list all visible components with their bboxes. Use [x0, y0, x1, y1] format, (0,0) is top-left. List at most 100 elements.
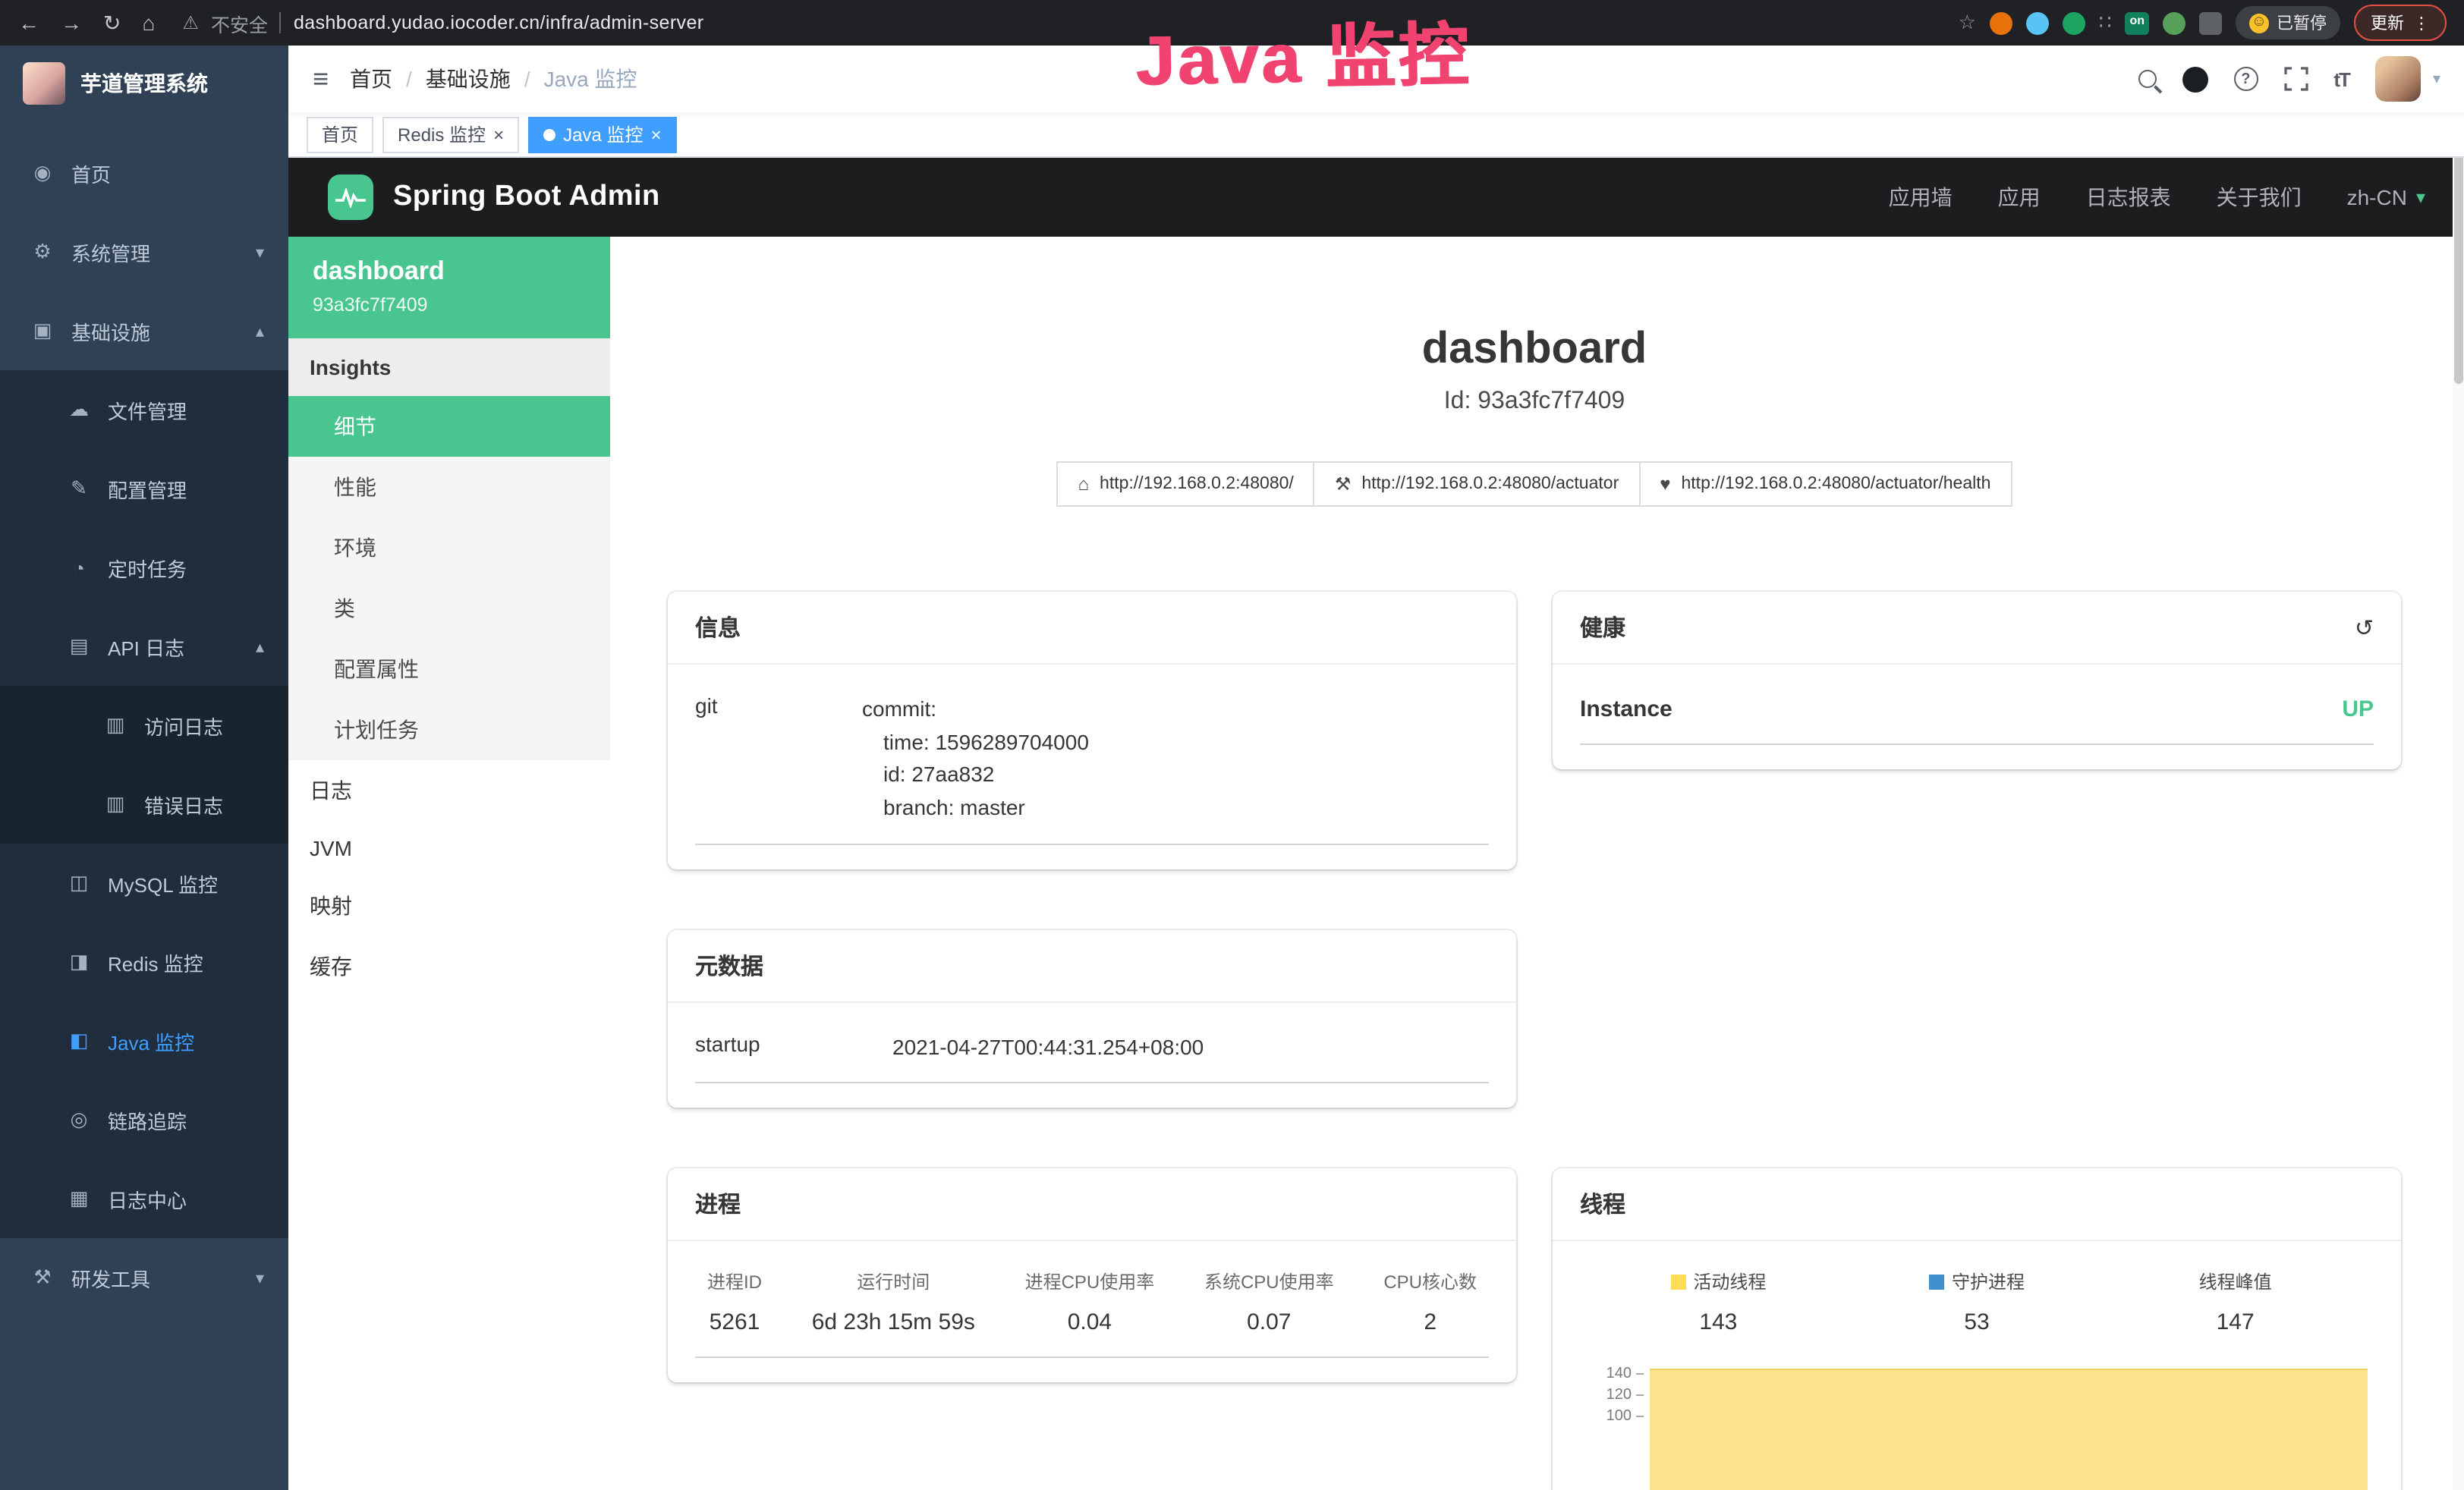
menu-item-jvm[interactable]: JVM	[288, 821, 610, 875]
sidebar-item-api-logs[interactable]: ▤ API 日志 ▴	[0, 607, 288, 686]
search-icon[interactable]	[2138, 70, 2156, 88]
update-button[interactable]: 更新 ⋮	[2354, 5, 2447, 41]
home-icon[interactable]: ⌂	[142, 11, 155, 35]
sba-nav-applications[interactable]: 应用	[1998, 182, 2041, 212]
sidebar-item-label: 研发工具	[71, 1263, 150, 1292]
github-icon[interactable]	[2182, 66, 2208, 92]
sidebar-item-access-logs[interactable]: ▥ 访问日志	[0, 686, 288, 765]
breadcrumb-item[interactable]: 首页	[350, 64, 392, 94]
git-id-line: id: 27aa832	[862, 759, 1089, 792]
menu-item-metrics[interactable]: 性能	[288, 457, 610, 517]
menu-item-logs[interactable]: 日志	[288, 760, 610, 821]
sidebar-item-infrastructure[interactable]: ▣ 基础设施 ▴	[0, 291, 288, 370]
extension-icon[interactable]	[2063, 11, 2085, 34]
language-selector[interactable]: zh-CN ▾	[2347, 185, 2425, 209]
history-icon[interactable]: ↺	[2355, 614, 2374, 641]
health-instance-label: Instance	[1580, 696, 1673, 722]
reload-icon[interactable]: ↻	[103, 10, 121, 36]
health-row[interactable]: Instance UP	[1580, 674, 2374, 745]
instance-header[interactable]: dashboard 93a3fc7f7409	[288, 237, 610, 338]
forward-icon[interactable]: →	[61, 11, 82, 35]
bookmark-star-icon[interactable]: ☆	[1959, 11, 1976, 35]
stat-cpu-cores: CPU核心数 2	[1383, 1269, 1477, 1336]
sba-nav-journal[interactable]: 日志报表	[2086, 182, 2171, 212]
back-icon[interactable]: ←	[18, 11, 39, 35]
tab-java-monitor[interactable]: Java 监控 ×	[528, 116, 676, 152]
document-icon: ▥	[103, 713, 127, 737]
fullscreen-icon[interactable]	[2283, 67, 2308, 91]
sidebar-item-file-management[interactable]: ☁ 文件管理	[0, 370, 288, 449]
app-logo-row[interactable]: 芋道管理系统	[0, 46, 288, 121]
menu-item-classes[interactable]: 类	[288, 578, 610, 639]
sidebar-item-trace[interactable]: ◎ 链路追踪	[0, 1080, 288, 1159]
y-axis-tick: 140	[1580, 1366, 1632, 1383]
menu-item-details[interactable]: 细节	[288, 396, 610, 457]
paused-chip[interactable]: ☺ 已暂停	[2236, 6, 2340, 39]
legend-value: 53	[1964, 1310, 1989, 1336]
sba-nav-about[interactable]: 关于我们	[2217, 182, 2302, 212]
breadcrumb-item[interactable]: 基础设施	[426, 64, 511, 94]
sidebar: 芋道管理系统 ◉ 首页 ⚙ 系统管理 ▾ ▣ 基础设施 ▴ ☁	[0, 46, 288, 1490]
menu-item-environment[interactable]: 环境	[288, 517, 610, 578]
app-logo	[23, 62, 65, 105]
menu-item-scheduled-tasks[interactable]: 计划任务	[288, 699, 610, 760]
sba-nav-wallboard[interactable]: 应用墙	[1889, 182, 1953, 212]
address-bar[interactable]: ⚠ 不安全 dashboard.yudao.iocoder.cn/infra/a…	[173, 8, 1940, 37]
sidebar-item-redis-monitor[interactable]: ◨ Redis 监控	[0, 923, 288, 1001]
sidebar-item-system-management[interactable]: ⚙ 系统管理 ▾	[0, 212, 288, 291]
menu-item-mappings[interactable]: 映射	[288, 875, 610, 936]
tick-mark	[1636, 1374, 1644, 1375]
extension-icon[interactable]	[2026, 11, 2049, 34]
menu-item-config-props[interactable]: 配置属性	[288, 639, 610, 699]
service-url-link[interactable]: ⌂ http://192.168.0.2:48080/	[1057, 461, 1315, 507]
home-icon: ⌂	[1078, 473, 1090, 495]
tab-label: Redis 监控	[398, 121, 486, 147]
sidebar-item-scheduled-tasks[interactable]: ◔ 定时任务	[0, 528, 288, 607]
gear-icon: ⚙	[30, 240, 55, 264]
extension-icon[interactable]	[1990, 11, 2012, 34]
actuator-url-link[interactable]: ⚒ http://192.168.0.2:48080/actuator	[1314, 461, 1640, 507]
sidebar-item-log-center[interactable]: ▦ 日志中心	[0, 1159, 288, 1238]
sidebar-item-error-logs[interactable]: ▥ 错误日志	[0, 765, 288, 844]
extensions-grid-icon[interactable]: ∷	[2099, 11, 2112, 34]
security-label[interactable]: 不安全	[211, 8, 268, 37]
tab-redis-monitor[interactable]: Redis 监控 ×	[382, 116, 519, 152]
sidebar-item-java-monitor[interactable]: ◧ Java 监控	[0, 1001, 288, 1080]
sidebar-item-label: Redis 监控	[108, 948, 203, 976]
warning-icon: ⚠	[182, 12, 199, 33]
tab-home[interactable]: 首页	[307, 116, 373, 152]
hamburger-icon[interactable]: ≡	[313, 63, 329, 95]
clock-icon: ◔	[67, 556, 91, 579]
sidebar-item-dev-tools[interactable]: ⚒ 研发工具 ▾	[0, 1238, 288, 1317]
close-icon[interactable]: ×	[493, 125, 504, 143]
stat-value: 2	[1424, 1310, 1437, 1336]
health-url-link[interactable]: ♥ http://192.168.0.2:48080/actuator/heal…	[1638, 461, 2012, 507]
scrollbar[interactable]	[2453, 91, 2464, 1490]
breadcrumb-separator: /	[406, 67, 412, 91]
sidebar-item-mysql-monitor[interactable]: ◫ MySQL 监控	[0, 844, 288, 923]
sba-brand-title[interactable]: Spring Boot Admin	[393, 181, 660, 214]
tools-icon: ⚒	[30, 1265, 55, 1290]
sba-header: Spring Boot Admin 应用墙 应用 日志报表 关于我们 zh-CN…	[288, 158, 2464, 237]
sidebar-item-label: 系统管理	[71, 237, 150, 266]
sidebar-item-config-management[interactable]: ✎ 配置管理	[0, 449, 288, 528]
sidebar-item-home[interactable]: ◉ 首页	[0, 134, 288, 212]
puzzle-extension-icon[interactable]	[2199, 11, 2222, 34]
sidebar-item-label: Java 监控	[108, 1026, 194, 1055]
health-card-head: 健康 ↺	[1553, 592, 2401, 665]
legend-value: 143	[1699, 1310, 1737, 1336]
help-icon[interactable]: ?	[2233, 67, 2258, 91]
active-dot	[543, 128, 555, 140]
on-badge-extension-icon[interactable]: on	[2125, 11, 2149, 34]
font-size-icon[interactable]: tT	[2333, 68, 2349, 90]
extension-icon[interactable]	[2163, 11, 2186, 34]
url-text[interactable]: dashboard.yudao.iocoder.cn/infra/admin-s…	[294, 12, 704, 33]
stat-uptime: 运行时间 6d 23h 15m 59s	[812, 1269, 975, 1336]
close-icon[interactable]: ×	[650, 125, 661, 143]
main-column: ≡ 首页 / 基础设施 / Java 监控 ? tT	[288, 46, 2464, 1490]
menu-item-caches[interactable]: 缓存	[288, 936, 610, 997]
menu-section-insights[interactable]: Insights	[288, 338, 610, 396]
avatar[interactable]	[2375, 56, 2421, 102]
monitor-icon: ◫	[67, 871, 91, 895]
row-value: commit: time: 1596289704000 id: 27aa832 …	[862, 693, 1089, 825]
